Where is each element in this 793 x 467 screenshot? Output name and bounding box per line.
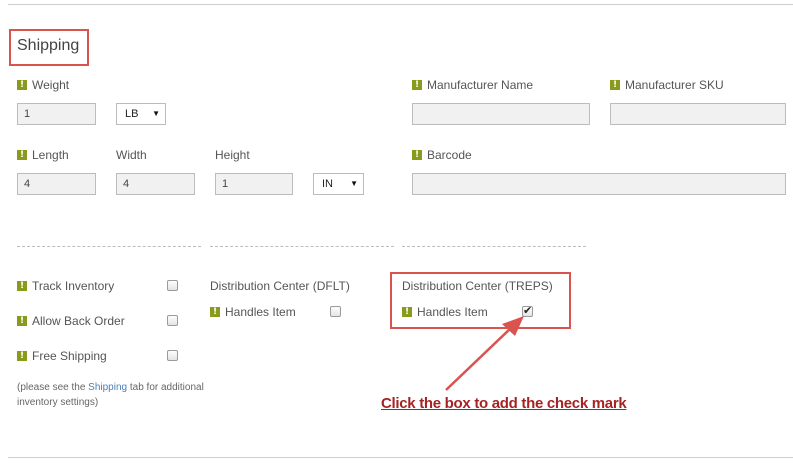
annotation-arrow-line	[445, 326, 513, 391]
annotation-text: Click the box to add the check mark	[381, 395, 627, 412]
